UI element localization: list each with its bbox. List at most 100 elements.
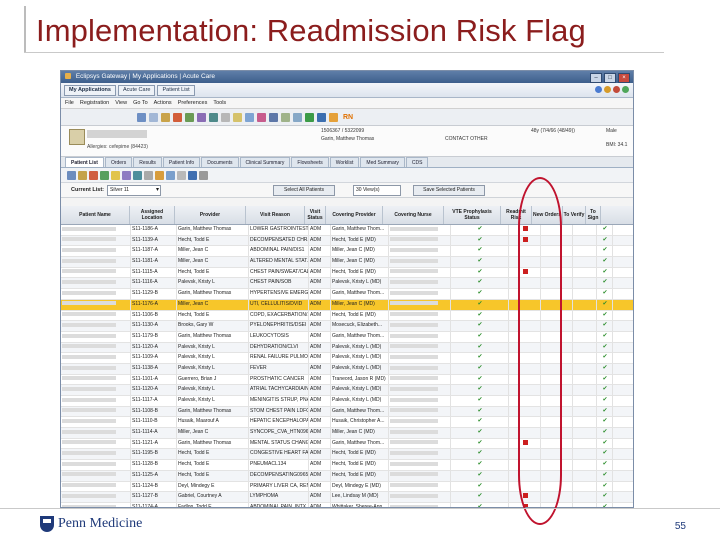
lock-icon[interactable] (604, 86, 611, 93)
add-patient-icon[interactable] (67, 170, 76, 180)
menu-view[interactable]: View (115, 98, 127, 108)
tab-cds[interactable]: CDS (405, 157, 429, 167)
tab-med-summary[interactable]: Med Summary (360, 157, 405, 167)
maximize-icon[interactable]: □ (604, 73, 616, 83)
tab-documents[interactable]: Documents (201, 157, 239, 167)
tab-flowsheets[interactable]: Flowsheets (291, 157, 329, 167)
tab-results[interactable]: Results (133, 157, 162, 167)
columns-icon[interactable] (133, 170, 142, 180)
select-all-patients-button[interactable]: Select All Patients (273, 185, 335, 196)
sort-icon[interactable] (122, 170, 131, 180)
view-icon[interactable] (166, 170, 175, 180)
flowsheet-icon[interactable] (185, 112, 194, 122)
grid-icon[interactable] (305, 112, 314, 122)
current-list-label: Current List: (71, 187, 104, 193)
column-header[interactable]: VTE Prophylaxis Status (444, 206, 501, 224)
chart-icon[interactable] (245, 112, 254, 122)
redacted-bar (390, 493, 438, 498)
notes-icon[interactable] (161, 112, 170, 122)
cell-redacted (61, 267, 131, 278)
tab-worklist[interactable]: Worklist (329, 157, 360, 167)
cell-status: ADM (309, 428, 331, 438)
cell-loc: S11-1124-B (131, 481, 177, 492)
column-header[interactable]: Provider (175, 206, 246, 224)
tab-orders[interactable]: Orders (104, 157, 133, 167)
refresh-icon[interactable] (622, 86, 629, 93)
cell-status: ✔ (451, 235, 509, 246)
tab-patient-info[interactable]: Patient Info (162, 157, 201, 167)
view-select[interactable]: 30 View(s) (353, 185, 401, 196)
cell-redacted (389, 385, 451, 395)
current-list-select[interactable]: Silver 11 (107, 185, 161, 196)
close-icon[interactable]: × (618, 73, 630, 83)
menu-file[interactable]: File (65, 98, 74, 108)
menu-actions[interactable]: Actions (154, 98, 172, 108)
message-icon[interactable] (293, 112, 302, 122)
nav-my-applications[interactable]: My Applications (64, 84, 116, 96)
column-header[interactable]: Patient Name (61, 206, 130, 224)
patient-icon[interactable] (137, 112, 146, 122)
check-icon: ✔ (477, 407, 483, 414)
report-icon[interactable] (317, 112, 326, 122)
print-icon[interactable] (221, 112, 230, 122)
filter-icon[interactable] (100, 170, 109, 180)
help-icon[interactable] (595, 86, 602, 93)
redacted-bar (390, 248, 438, 253)
order-icon[interactable] (197, 112, 206, 122)
refresh-list-icon[interactable] (199, 170, 208, 180)
column-header[interactable]: Assigned Location (130, 206, 175, 224)
cell-status: ✔ (451, 353, 509, 363)
minimize-icon[interactable]: – (590, 73, 602, 83)
calendar-view-icon[interactable] (188, 170, 197, 180)
star-icon[interactable] (329, 112, 338, 122)
calendar-icon[interactable] (269, 112, 278, 122)
highlight-icon[interactable] (111, 170, 120, 180)
cell-redacted (61, 289, 131, 299)
cell-status: ✔ (451, 299, 509, 310)
settings-icon[interactable] (177, 170, 186, 180)
cell-redacted (389, 246, 451, 257)
column-header[interactable]: Visit Status (305, 206, 326, 224)
cell-empty (573, 235, 597, 246)
cell-redacted (61, 406, 131, 417)
column-header[interactable]: To Sign (586, 206, 601, 224)
nav-acute-care[interactable]: Acute Care (117, 84, 156, 96)
cell-empty (573, 310, 597, 321)
cell-status: ADM (309, 374, 331, 385)
column-header[interactable]: Covering Provider (326, 206, 383, 224)
redacted-bar (62, 269, 117, 274)
task-icon[interactable] (281, 112, 290, 122)
column-header[interactable]: Covering Nurse (383, 206, 444, 224)
column-header[interactable]: To Verify (563, 206, 586, 224)
tab-clinical-summary[interactable]: Clinical Summary (239, 157, 291, 167)
export-icon[interactable] (155, 170, 164, 180)
cell-cov: Palevsk, Kristy L (MD) (331, 342, 389, 353)
cell-reason: HEPATIC ENCEPHALOPA... (249, 417, 309, 428)
remove-patient-icon[interactable] (89, 170, 98, 180)
check-icon: ✔ (477, 300, 483, 307)
menu-goto[interactable]: Go To (133, 98, 148, 108)
column-header[interactable]: Visit Reason (246, 206, 305, 224)
menu-registration[interactable]: Registration (80, 98, 109, 108)
document-icon[interactable] (149, 112, 158, 122)
menu-preferences[interactable]: Preferences (178, 98, 208, 108)
cell-status: ✔ (597, 289, 613, 299)
print-list-icon[interactable] (144, 170, 153, 180)
nav-patient-list[interactable]: Patient List (157, 84, 195, 96)
edit-list-icon[interactable] (78, 170, 87, 180)
check-icon: ✔ (602, 397, 608, 403)
redacted-bar (62, 429, 117, 434)
med-icon[interactable] (209, 112, 218, 122)
check-icon: ✔ (602, 311, 608, 318)
power-icon[interactable] (613, 86, 620, 93)
cell-status: ✔ (451, 225, 509, 235)
menu-tools[interactable]: Tools (213, 98, 226, 108)
folder-icon[interactable] (233, 112, 242, 122)
lab-icon[interactable] (257, 112, 266, 122)
redacted-bar (390, 290, 438, 295)
save-selected-patients-button[interactable]: Save Selected Patients (413, 185, 485, 196)
tab-patient-list[interactable]: Patient List (65, 157, 104, 167)
check-icon: ✔ (477, 397, 483, 403)
alert-icon[interactable] (173, 112, 182, 122)
window-title: Eclipsys Gateway | My Applications | Acu… (75, 73, 216, 80)
